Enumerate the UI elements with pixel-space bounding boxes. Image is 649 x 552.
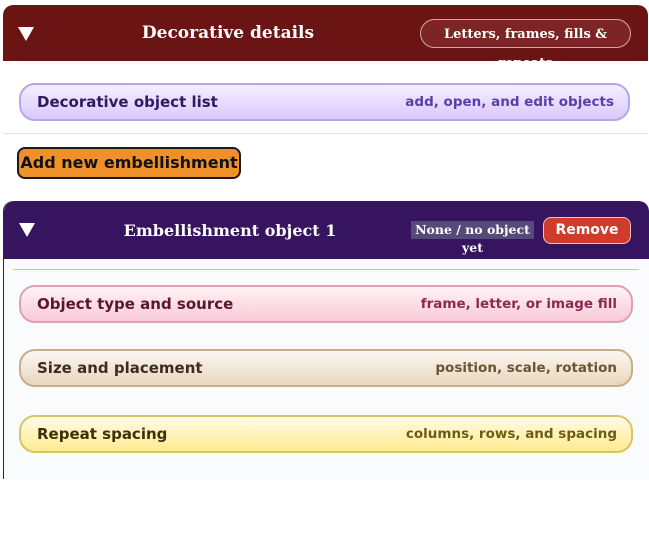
embellishment-status: None / no object yet <box>411 221 534 255</box>
embellishment-object-panel: Embellishment object 1 None / no object … <box>3 201 649 479</box>
decorative-details-title: Decorative details <box>141 23 315 43</box>
decorative-details-header[interactable]: Decorative details Letters, frames, fill… <box>3 5 648 71</box>
object-list-label: Decorative object list <box>37 93 218 111</box>
size-placement-hint: position, scale, rotation <box>435 360 617 376</box>
repeat-spacing-label: Repeat spacing <box>37 425 168 443</box>
decorative-object-list-toggle[interactable]: Decorative object list add, open, and ed… <box>19 83 630 121</box>
embellishment-title: Embellishment object 1 <box>123 221 337 240</box>
add-embellishment-button[interactable]: Add new embellishment <box>17 147 241 179</box>
size-placement-section[interactable]: Size and placement position, scale, rota… <box>19 349 633 387</box>
section-divider <box>3 133 648 134</box>
object-type-section[interactable]: Object type and source frame, letter, or… <box>19 285 633 323</box>
object-list-hint: add, open, and edit objects <box>405 94 614 110</box>
repeat-spacing-hint: columns, rows, and spacing <box>405 426 617 442</box>
embellishment-header[interactable]: Embellishment object 1 None / no object … <box>4 201 649 259</box>
object-type-hint: frame, letter, or image fill <box>420 296 617 312</box>
decorative-details-badge: Letters, frames, fills & repeats <box>420 19 631 71</box>
object-type-label: Object type and source <box>37 295 234 313</box>
repeat-spacing-section[interactable]: Repeat spacing columns, rows, and spacin… <box>19 415 633 453</box>
header-rule <box>13 269 639 270</box>
size-placement-label: Size and placement <box>37 359 203 377</box>
decorative-details-panel: Decorative details Letters, frames, fill… <box>3 5 648 205</box>
remove-button[interactable]: Remove <box>543 217 631 244</box>
